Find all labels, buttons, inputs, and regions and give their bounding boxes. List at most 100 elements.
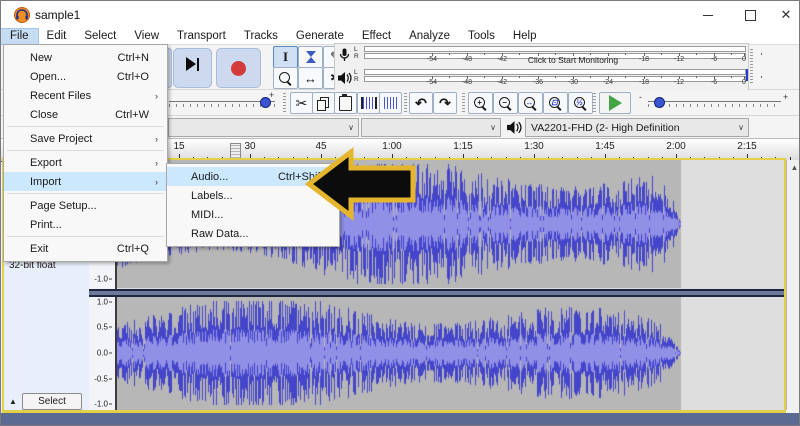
silence-audio-button[interactable] (379, 92, 402, 114)
import-submenu-item-raw-data[interactable]: Raw Data... (167, 224, 339, 243)
skip-to-end-button[interactable] (173, 48, 212, 88)
play-at-speed-button[interactable] (599, 92, 631, 114)
menubar-item-tools[interactable]: Tools (459, 29, 504, 44)
menubar-item-analyze[interactable]: Analyze (400, 29, 459, 44)
meter-bar-track (364, 46, 746, 52)
undo-button[interactable]: ↶ (409, 92, 433, 114)
menu-item-label: Raw Data... (191, 227, 249, 240)
chevron-down-icon: ∨ (348, 123, 354, 132)
channel-separator[interactable] (89, 289, 784, 297)
speed-slider-track[interactable] (648, 104, 781, 107)
meter-channel-label: R (354, 53, 359, 60)
monitoring-hint-text[interactable]: Click to Start Monitoring (528, 55, 618, 65)
menubar-item-help[interactable]: Help (504, 29, 546, 44)
ruler-time-label: 1:45 (595, 141, 615, 152)
track-select-button[interactable]: Select (22, 393, 82, 410)
menu-item-shortcut: Ctrl+O (116, 70, 149, 83)
menubar-item-view[interactable]: View (125, 29, 168, 44)
copy-button[interactable] (312, 92, 335, 114)
skip-end-bar-icon (197, 58, 199, 71)
file-menu-item-new[interactable]: New Ctrl+N (4, 48, 167, 67)
trim-audio-button[interactable] (357, 92, 380, 114)
selection-tool-button[interactable]: I (273, 46, 298, 68)
record-button[interactable] (216, 48, 261, 88)
timeshift-tool-button[interactable]: ↔ (298, 67, 323, 89)
file-menu-item-page-setup[interactable]: Page Setup... (4, 196, 167, 215)
meter-scale-label: -12 (673, 79, 685, 86)
paste-button[interactable] (334, 92, 357, 114)
file-menu-item-close[interactable]: Close Ctrl+W (4, 105, 167, 124)
magnifier-icon: − (499, 96, 512, 111)
recording-channels-dropdown[interactable]: ∨ (361, 118, 501, 137)
playback-device-dropdown[interactable]: VA2201-FHD (2- High Definition ∨ (525, 118, 749, 137)
bottom-strip (1, 413, 799, 425)
meter-scale-label: -54 (426, 56, 438, 63)
recording-device-dropdown[interactable]: ∨ (168, 118, 359, 137)
menubar-item-transport[interactable]: Transport (168, 29, 235, 44)
highlight-arrow (304, 146, 416, 222)
close-button[interactable]: ✕ (771, 5, 799, 25)
menu-separator (7, 126, 164, 127)
file-menu-item-save-project[interactable]: Save Project › (4, 129, 167, 148)
envelope-tool-button[interactable] (298, 46, 323, 68)
menu-item-label: Print... (30, 218, 62, 231)
file-menu-item-recent-files[interactable]: Recent Files › (4, 86, 167, 105)
paste-icon (339, 93, 352, 111)
magnifier-icon: ↔ (524, 96, 537, 111)
playback-device-value: VA2201-FHD (2- High Definition (531, 121, 680, 134)
menu-item-label: New (30, 51, 53, 64)
ruler-time-label: 15 (173, 141, 185, 152)
amplitude-label: -1.0 (94, 400, 112, 409)
vertical-scrollbar[interactable]: ▲ (786, 160, 799, 410)
speaker-icon (338, 72, 352, 84)
audacity-window: sample1 ✕ File Edit Select View Transport Tra… (0, 0, 800, 426)
zoom-in-button[interactable]: + (468, 92, 493, 114)
maximize-button[interactable] (735, 5, 765, 25)
recording-meter[interactable]: L R -54 -48 -42 -18 -12 -6 0 Click to Start Monit… (335, 44, 762, 67)
waveform-right-channel[interactable] (116, 297, 784, 410)
menubar-item-tracks[interactable]: Tracks (235, 29, 287, 44)
menubar-item-file[interactable]: File (1, 28, 39, 45)
magnifier-icon: ½ (574, 96, 587, 111)
minimize-button[interactable] (693, 5, 723, 25)
menubar-item-select[interactable]: Select (75, 29, 125, 44)
menubar-item-effect[interactable]: Effect (353, 29, 400, 44)
meter-scale-label: 0 (742, 56, 746, 63)
zoom-toggle-button[interactable]: ½ (568, 92, 593, 114)
meter-scale-label: -12 (673, 56, 685, 63)
amplitude-label: 0.0 (97, 349, 112, 358)
mixer-slider-knob[interactable] (260, 97, 271, 108)
file-menu-item-open[interactable]: Open... Ctrl+O (4, 67, 167, 86)
scroll-up-icon[interactable]: ▲ (787, 163, 799, 172)
fit-project-button[interactable]: ⊡ (543, 92, 568, 114)
ibeam-icon: I (282, 49, 289, 64)
cut-button[interactable]: ✂ (290, 92, 313, 114)
menubar-item-edit[interactable]: Edit (38, 29, 76, 44)
amplitude-label: -1.0 (94, 275, 112, 284)
zoom-out-button[interactable]: − (493, 92, 518, 114)
redo-button[interactable]: ↷ (433, 92, 457, 114)
speed-slider-knob[interactable] (654, 97, 665, 108)
collapse-track-button[interactable]: ▲ (6, 396, 20, 407)
meter-scale-label: -36 (532, 79, 544, 86)
file-menu-item-print[interactable]: Print... (4, 215, 167, 234)
meter-scale-label: -54 (426, 79, 438, 86)
menu-item-label: Exit (30, 242, 49, 255)
fit-selection-button[interactable]: ↔ (518, 92, 543, 114)
menu-item-label: Save Project (30, 132, 93, 145)
file-menu: New Ctrl+N Open... Ctrl+O Recent Files › Close… (3, 44, 168, 262)
zoom-tool-button[interactable] (273, 67, 298, 89)
playback-meter[interactable]: L R -54 -48 -42 -36 -30 -24 -18 -12 -6 0 (335, 67, 762, 90)
speed-plus-label: + (783, 92, 789, 102)
meter-scale-label: -42 (496, 56, 508, 63)
menu-item-label: Open... (30, 70, 67, 83)
silence-audio-icon (383, 97, 398, 109)
timeshift-icon: ↔ (304, 70, 317, 86)
mixer-slider-track[interactable] (169, 104, 275, 107)
meter-scale-label: -18 (638, 56, 650, 63)
menubar-item-generate[interactable]: Generate (287, 29, 353, 44)
file-menu-item-import[interactable]: Import › (4, 172, 167, 191)
menu-item-label: Close (30, 108, 59, 121)
file-menu-item-exit[interactable]: Exit Ctrl+Q (4, 239, 167, 258)
file-menu-item-export[interactable]: Export › (4, 153, 167, 172)
